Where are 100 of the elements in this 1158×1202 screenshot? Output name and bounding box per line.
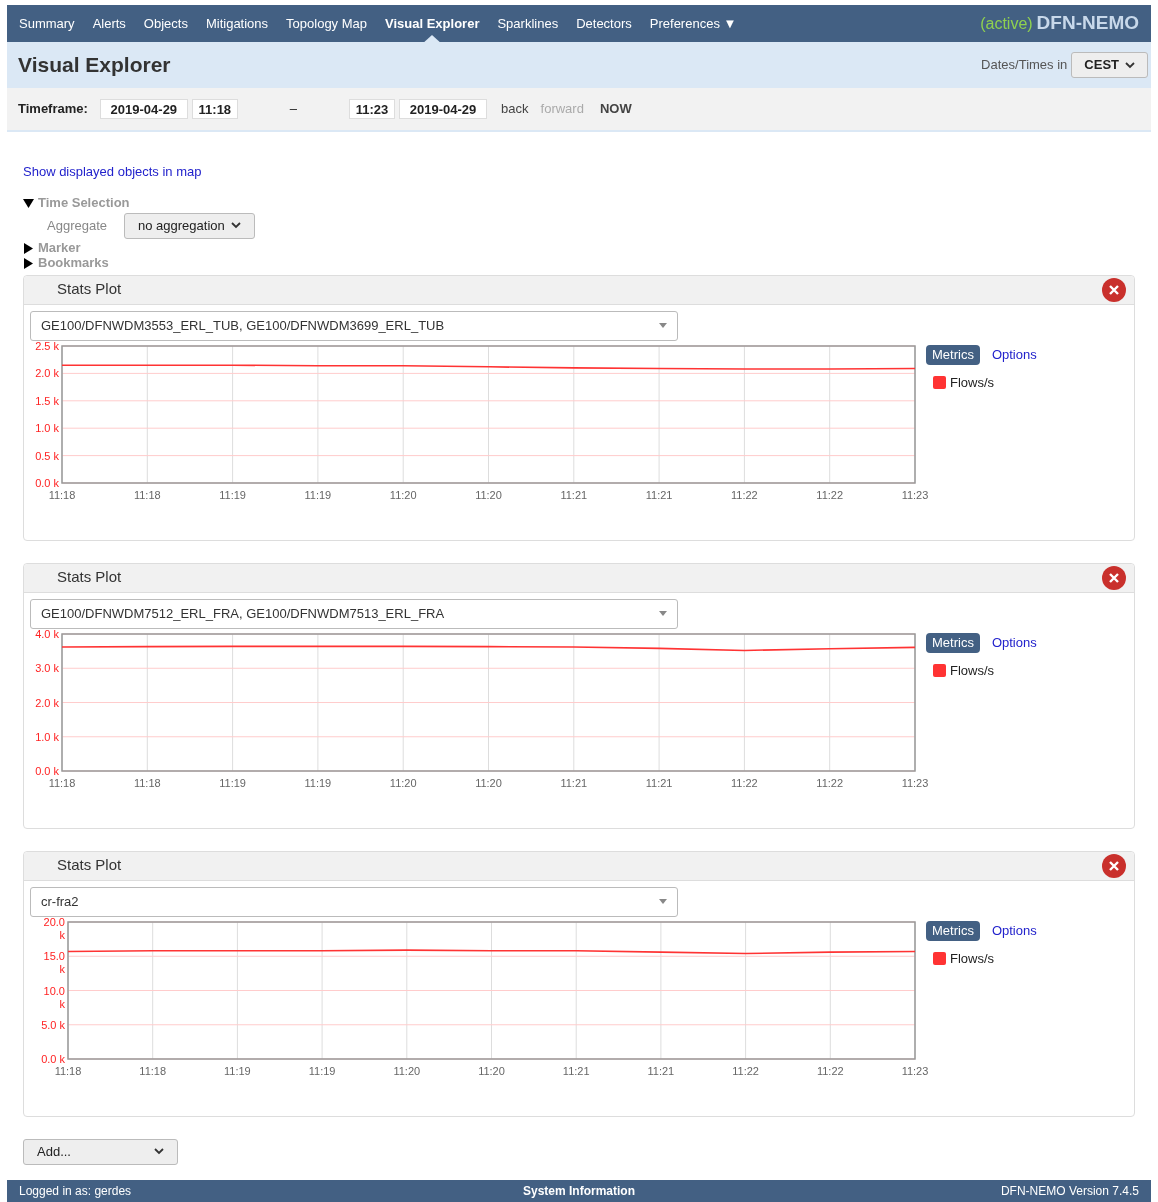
x-tick-label: 11:23	[901, 488, 929, 501]
panel-tab[interactable]: Options	[985, 632, 1043, 653]
x-tick-label: 11:23	[901, 1064, 929, 1077]
panel-title: Stats Plot	[57, 279, 122, 300]
caret-icon	[659, 611, 667, 616]
aggregate-dropdown[interactable]: no aggregation	[124, 212, 255, 239]
panel-tab[interactable]: Metrics	[926, 920, 980, 941]
y-tick-label: 0.0 k	[35, 764, 59, 777]
timezone-label: Dates/Times in	[981, 56, 1068, 75]
end-date-field[interactable]: 2019-04-29	[399, 99, 488, 119]
x-tick-label: 11:19	[219, 488, 246, 501]
system-info-link[interactable]: System Information	[419, 1182, 739, 1200]
nav-link[interactable]: Preferences ▼	[649, 13, 737, 34]
y-tick-label: 20.0 k	[43, 916, 65, 941]
x-tick-label: 11:18	[54, 1064, 82, 1077]
x-tick-label: 11:20	[389, 776, 417, 789]
caret-icon	[659, 899, 667, 904]
panel-tab[interactable]: Metrics	[926, 632, 980, 653]
nav-link[interactable]: Sparklines	[497, 13, 559, 34]
panel-title: Stats Plot	[57, 567, 122, 588]
start-time-field[interactable]: 11:18	[191, 99, 238, 119]
x-tick-label: 11:21	[645, 776, 673, 789]
y-tick-label: 1.0 k	[35, 421, 59, 434]
close-icon	[1109, 572, 1119, 583]
panel-tab[interactable]: Options	[985, 344, 1043, 365]
x-tick-label: 11:22	[731, 776, 758, 789]
x-tick-label: 11:18	[48, 776, 76, 789]
panel-tab[interactable]: Options	[985, 920, 1043, 941]
legend-label: Flows/s	[950, 949, 995, 968]
x-tick-label: 11:21	[562, 1064, 590, 1077]
map-link[interactable]: Show displayed objects in map	[23, 162, 202, 182]
y-tick-label: 4.0 k	[35, 628, 59, 640]
nav-link[interactable]: Objects	[143, 13, 188, 34]
timezone-dropdown[interactable]: CEST	[1071, 52, 1148, 78]
start-date-field[interactable]: 2019-04-29	[99, 99, 188, 119]
object-select[interactable]: GE100/DFNWDM7512_ERL_FRA, GE100/DFNWDM7513_ERL_FRA	[30, 598, 678, 629]
x-tick-label: 11:22	[816, 488, 844, 501]
chevron-down-icon	[154, 1148, 164, 1155]
y-tick-label: 0.5 k	[35, 449, 59, 462]
x-tick-label: 11:22	[816, 776, 844, 789]
close-button[interactable]	[1102, 853, 1126, 878]
x-tick-label: 11:18	[133, 488, 161, 501]
chevron-down-icon	[1125, 61, 1135, 69]
x-tick-label: 11:20	[475, 488, 502, 501]
y-tick-label: 3.0 k	[35, 661, 59, 674]
timeframe-link[interactable]: back	[501, 99, 529, 119]
login-status: Logged in as: gerdes	[19, 1183, 133, 1200]
close-button[interactable]	[1102, 277, 1126, 302]
status-text: (active)	[980, 13, 1033, 34]
x-tick-label: 11:23	[901, 776, 929, 789]
y-tick-label: 0.0 k	[35, 476, 59, 489]
end-time-field[interactable]: 11:23	[349, 99, 396, 119]
version-text: DFN-NEMO Version 7.4.5	[999, 1183, 1139, 1200]
brand-logo: DFN-NEMO	[1036, 11, 1139, 36]
x-tick-label: 11:20	[393, 1064, 421, 1077]
close-button[interactable]	[1102, 565, 1126, 590]
x-tick-label: 11:19	[304, 488, 332, 501]
aggregate-label: Aggregate	[47, 216, 107, 235]
x-tick-label: 11:19	[224, 1064, 251, 1077]
add-dropdown[interactable]: Add...	[23, 1138, 178, 1165]
panel-title: Stats Plot	[57, 855, 122, 876]
y-tick-label: 10.0 k	[43, 984, 65, 1009]
close-icon	[1109, 284, 1119, 295]
x-tick-label: 11:19	[308, 1064, 336, 1077]
y-tick-label: 0.0 k	[41, 1052, 65, 1065]
legend-label: Flows/s	[950, 373, 995, 392]
nav-link[interactable]: Summary	[19, 13, 75, 34]
timeframe-link[interactable]: NOW	[599, 99, 632, 119]
x-tick-label: 11:20	[475, 776, 502, 789]
y-tick-label: 15.0 k	[43, 949, 65, 975]
nav-link[interactable]: Detectors	[576, 13, 632, 34]
triangle-right-icon[interactable]	[23, 257, 34, 269]
nav-link[interactable]: Mitigations	[205, 13, 269, 34]
nav-link[interactable]: Topology Map	[286, 13, 368, 34]
nav-link[interactable]: Alerts	[92, 13, 126, 34]
x-tick-label: 11:22	[731, 488, 758, 501]
chevron-down-icon	[230, 222, 241, 229]
page-title: Visual Explorer	[18, 52, 171, 79]
x-tick-label: 11:22	[816, 1064, 844, 1077]
caret-icon	[659, 323, 667, 328]
x-tick-label: 11:21	[645, 488, 673, 501]
y-tick-label: 1.5 k	[35, 394, 59, 407]
range-dash: –	[289, 100, 298, 119]
x-tick-label: 11:20	[389, 488, 417, 501]
panel-tab[interactable]: Metrics	[926, 344, 980, 365]
object-select[interactable]: GE100/DFNWDM3553_ERL_TUB, GE100/DFNWDM3699_ERL_TUB	[30, 310, 678, 341]
timeframe-label: Timeframe:	[18, 100, 88, 119]
y-tick-label: 1.0 k	[35, 730, 59, 743]
x-tick-label: 11:21	[647, 1064, 675, 1077]
y-tick-label: 2.0 k	[35, 696, 59, 708]
x-tick-label: 11:18	[133, 776, 161, 789]
y-tick-label: 5.0 k	[41, 1018, 65, 1031]
x-tick-label: 11:18	[139, 1064, 167, 1077]
x-tick-label: 11:21	[560, 776, 588, 789]
triangle-down-icon[interactable]	[23, 197, 34, 209]
triangle-right-icon[interactable]	[23, 242, 34, 254]
legend-label: Flows/s	[950, 661, 995, 680]
object-select[interactable]: cr-fra2	[30, 886, 678, 917]
y-tick-label: 2.5 k	[35, 340, 59, 352]
x-tick-label: 11:22	[732, 1064, 759, 1077]
